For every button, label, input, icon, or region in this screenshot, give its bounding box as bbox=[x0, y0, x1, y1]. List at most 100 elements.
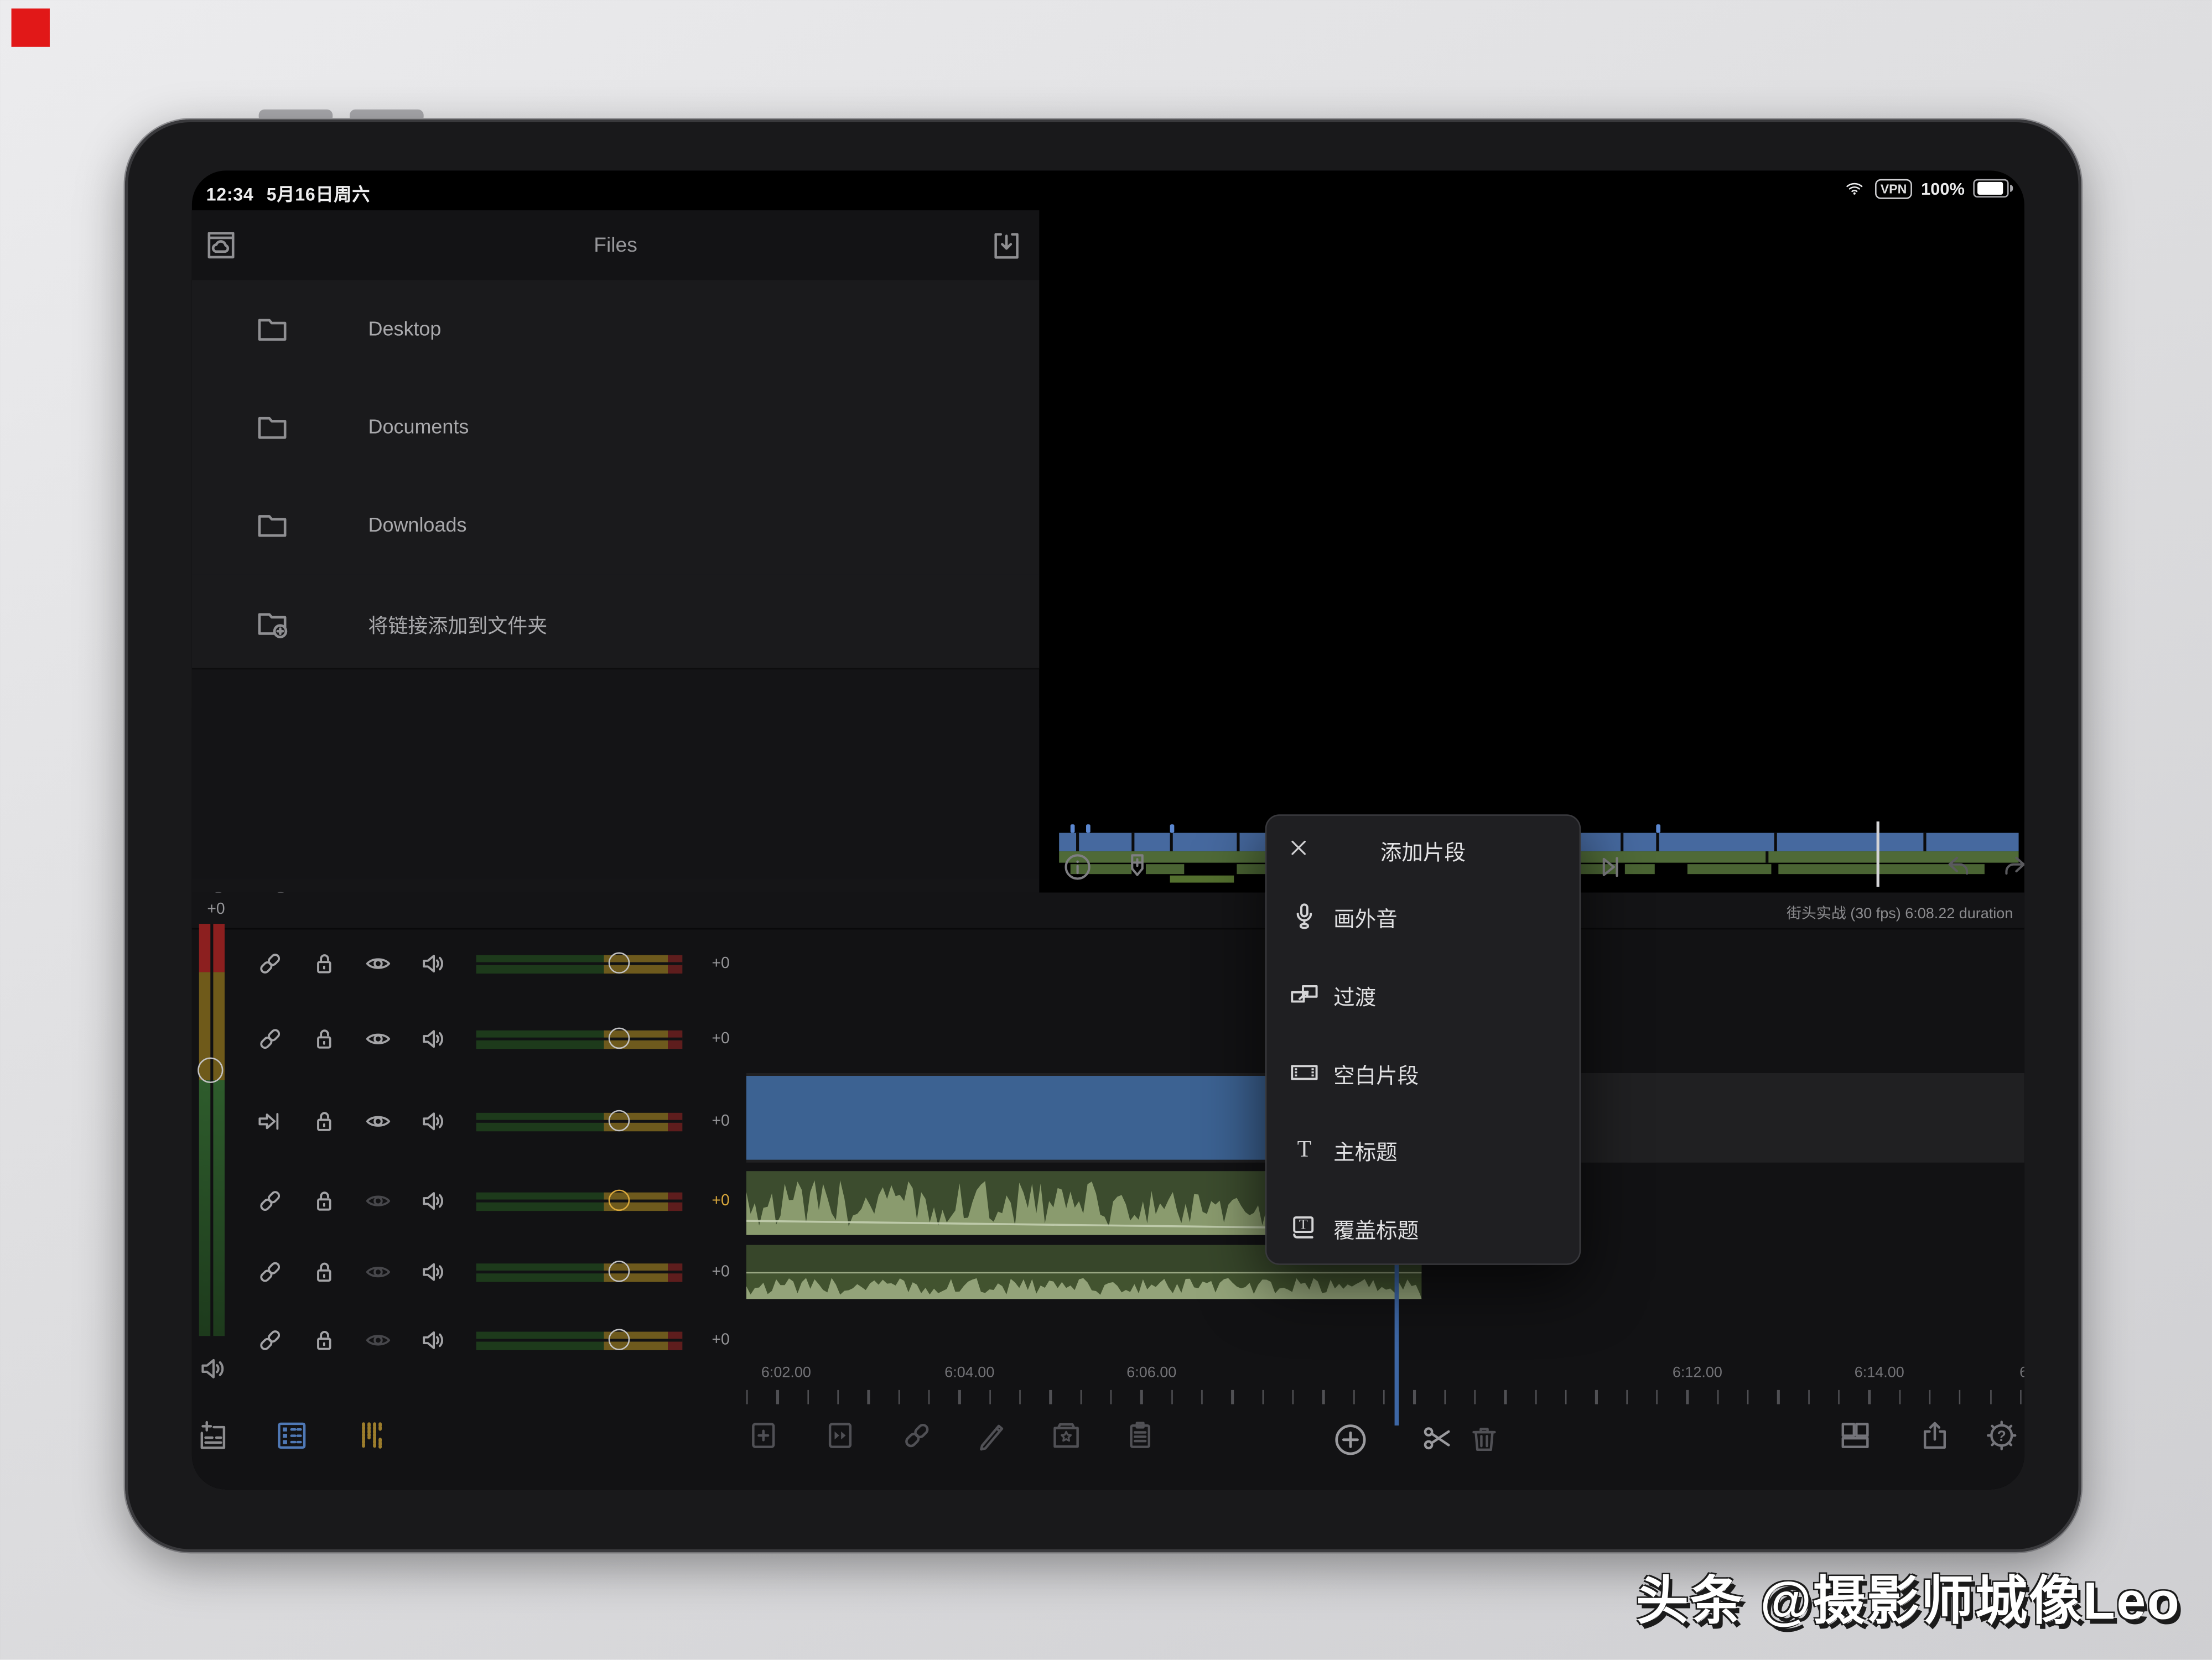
eye-icon[interactable] bbox=[362, 1325, 394, 1356]
folder-icon bbox=[253, 506, 291, 544]
ruler-label: 6:12.00 bbox=[1673, 1365, 1722, 1382]
ruler-label: 6:14.00 bbox=[1855, 1365, 1904, 1382]
link-icon[interactable] bbox=[255, 1325, 286, 1356]
file-item-add-link-to-folder[interactable]: 将链接添加到文件夹 bbox=[192, 574, 1039, 669]
eye-icon[interactable] bbox=[362, 1106, 394, 1137]
file-item-label: Downloads bbox=[368, 513, 466, 536]
insert-clip-icon[interactable] bbox=[745, 1417, 782, 1454]
clipboard-icon[interactable] bbox=[1121, 1417, 1159, 1454]
battery-icon bbox=[1973, 179, 2008, 198]
track-volume-slider[interactable] bbox=[476, 954, 683, 972]
volume-knob[interactable] bbox=[609, 952, 630, 974]
timeline-section: +0 6:08.21 街头实战 (30 fps) 6:08.22 duratio… bbox=[192, 893, 2024, 1490]
eye-icon[interactable] bbox=[362, 948, 394, 980]
track-row-1: +0 bbox=[192, 943, 746, 985]
overlay-title-icon bbox=[1288, 1211, 1321, 1243]
blank-clip-icon bbox=[1288, 1056, 1321, 1089]
file-item-label: 将链接添加到文件夹 bbox=[368, 611, 547, 639]
track-volume-slider[interactable] bbox=[476, 1263, 683, 1281]
file-item-documents[interactable]: Documents bbox=[192, 378, 1039, 477]
link-icon[interactable] bbox=[255, 1023, 286, 1055]
share-icon[interactable] bbox=[1917, 1417, 1954, 1454]
eye-icon[interactable] bbox=[362, 1185, 394, 1217]
file-item-downloads[interactable]: Downloads bbox=[192, 476, 1039, 576]
overwrite-clip-icon[interactable] bbox=[822, 1417, 859, 1454]
track-volume-slider[interactable] bbox=[476, 1191, 683, 1210]
settings-help-icon[interactable] bbox=[1983, 1417, 2020, 1454]
volume-knob[interactable] bbox=[609, 1190, 630, 1211]
add-track-icon[interactable] bbox=[195, 1417, 232, 1454]
volume-knob[interactable] bbox=[609, 1329, 630, 1350]
status-bar-right: VPN 100% bbox=[1842, 178, 2013, 199]
edit-pencil-icon[interactable] bbox=[974, 1417, 1011, 1454]
track-gain: +0 bbox=[692, 955, 749, 972]
track-gain: +0 bbox=[692, 1113, 749, 1130]
popup-title: 添加片段 bbox=[1266, 837, 1579, 867]
redo-icon[interactable] bbox=[1997, 850, 2024, 884]
speaker-icon[interactable] bbox=[418, 1256, 449, 1288]
add-marker-icon[interactable] bbox=[1120, 850, 1155, 884]
link-icon[interactable] bbox=[255, 948, 286, 980]
track-headers-icon[interactable] bbox=[273, 1417, 310, 1454]
track-volume-slider[interactable] bbox=[476, 1331, 683, 1349]
track-gain: +0 bbox=[692, 1263, 749, 1281]
track-row-3: +0 bbox=[192, 1100, 746, 1143]
download-icon[interactable] bbox=[988, 227, 1025, 264]
track-row-5: +0 bbox=[192, 1251, 746, 1293]
track-volume-slider[interactable] bbox=[476, 1030, 683, 1048]
trash-icon[interactable] bbox=[1466, 1420, 1503, 1457]
popup-item-label: 空白片段 bbox=[1333, 1060, 1419, 1090]
master-volume-knob[interactable] bbox=[198, 1058, 223, 1083]
ipad-frame: 12:345月16日周六 VPN 100% Files Desktop bbox=[125, 119, 2081, 1552]
timeline-ruler[interactable] bbox=[746, 1390, 2024, 1407]
ratchet-icon[interactable] bbox=[255, 1106, 286, 1137]
wifi-icon bbox=[1842, 178, 1866, 199]
audio-mixer-icon[interactable] bbox=[354, 1417, 391, 1454]
undo-icon[interactable] bbox=[1942, 850, 1976, 884]
volume-knob[interactable] bbox=[609, 1110, 630, 1132]
info-icon[interactable] bbox=[1061, 850, 1095, 884]
eye-icon[interactable] bbox=[362, 1023, 394, 1055]
screenshot-canvas: 12:345月16日周六 VPN 100% Files Desktop bbox=[0, 0, 2212, 1660]
lock-icon[interactable] bbox=[309, 1185, 340, 1217]
volume-knob[interactable] bbox=[609, 1028, 630, 1049]
volume-knob[interactable] bbox=[609, 1261, 630, 1282]
lock-icon[interactable] bbox=[309, 948, 340, 980]
popup-item-main-title[interactable]: 主标题 bbox=[1288, 1124, 1565, 1175]
lock-icon[interactable] bbox=[309, 1106, 340, 1137]
next-icon[interactable] bbox=[1593, 850, 1628, 884]
video-preview[interactable] bbox=[1048, 210, 2024, 821]
link-icon[interactable] bbox=[255, 1185, 286, 1217]
add-clip-icon[interactable] bbox=[1331, 1420, 1370, 1460]
track-gain: +0 bbox=[692, 1332, 749, 1349]
file-item-desktop[interactable]: Desktop bbox=[192, 280, 1039, 379]
red-indicator bbox=[12, 8, 50, 46]
files-empty-area bbox=[192, 708, 1039, 878]
folder-icon bbox=[253, 310, 291, 348]
effects-icon[interactable] bbox=[1048, 1417, 1085, 1454]
eye-icon[interactable] bbox=[362, 1256, 394, 1288]
popup-header: 添加片段 bbox=[1266, 829, 1579, 871]
speaker-icon[interactable] bbox=[418, 1023, 449, 1055]
speaker-icon[interactable] bbox=[418, 1325, 449, 1356]
speaker-icon[interactable] bbox=[418, 1106, 449, 1137]
lock-icon[interactable] bbox=[309, 1256, 340, 1288]
link-clips-icon[interactable] bbox=[899, 1417, 936, 1454]
scissors-icon[interactable] bbox=[1419, 1420, 1456, 1457]
popup-item-blank-clip[interactable]: 空白片段 bbox=[1288, 1048, 1565, 1099]
speaker-icon[interactable] bbox=[418, 1185, 449, 1217]
lock-icon[interactable] bbox=[309, 1023, 340, 1055]
popup-item-overlay-title[interactable]: 覆盖标题 bbox=[1288, 1203, 1565, 1253]
waveform bbox=[746, 1272, 1421, 1299]
track-volume-slider[interactable] bbox=[476, 1112, 683, 1131]
files-panel: Files Desktop Documents Downloads bbox=[192, 210, 1039, 892]
status-bar-time: 12:345月16日周六 bbox=[206, 179, 383, 206]
speaker-icon[interactable] bbox=[418, 948, 449, 980]
link-icon[interactable] bbox=[255, 1256, 286, 1288]
popup-item-transition[interactable]: 过渡 bbox=[1288, 969, 1565, 1020]
track-gain: +0 bbox=[692, 1031, 749, 1048]
layout-icon[interactable] bbox=[1837, 1417, 1874, 1454]
popup-item-voiceover[interactable]: 画外音 bbox=[1288, 891, 1565, 942]
lock-icon[interactable] bbox=[309, 1325, 340, 1356]
timeline-info-bar: +0 6:08.21 街头实战 (30 fps) 6:08.22 duratio… bbox=[192, 893, 2024, 930]
